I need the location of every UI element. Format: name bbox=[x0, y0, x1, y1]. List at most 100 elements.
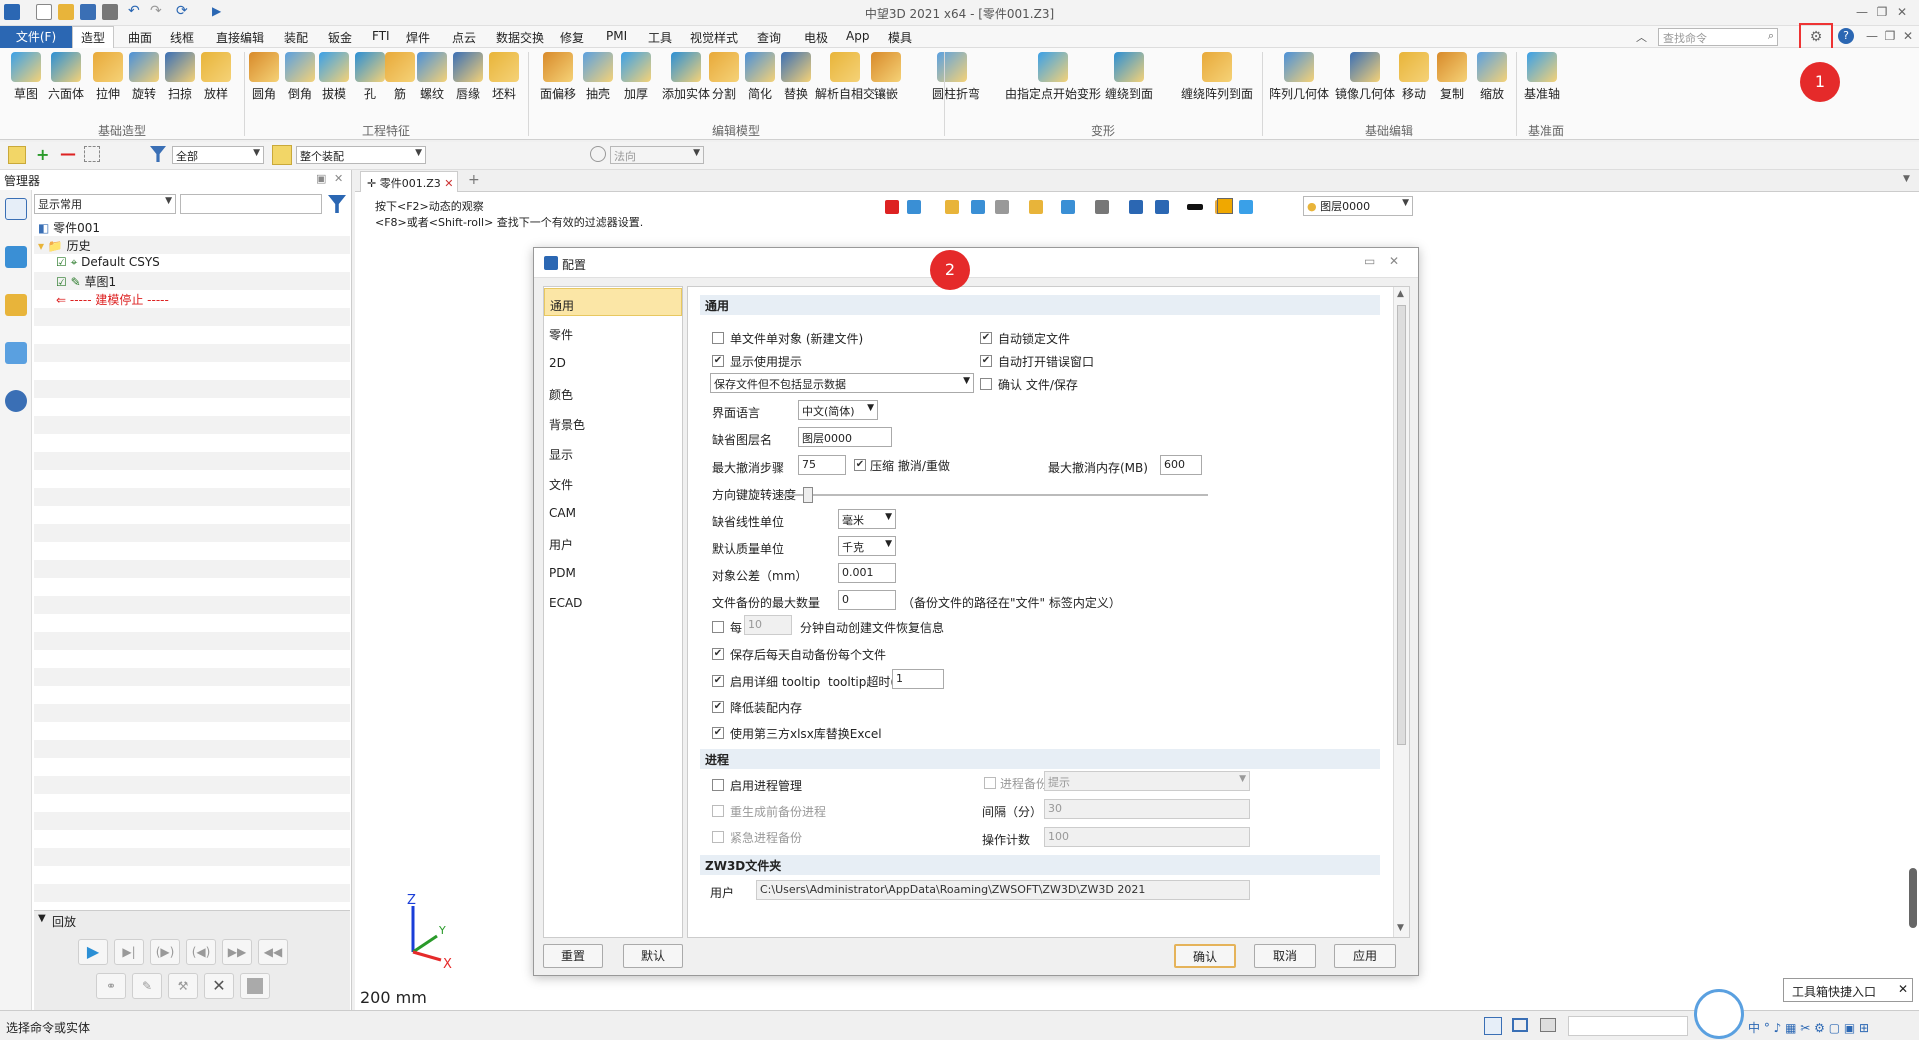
manager-search-input[interactable] bbox=[180, 194, 322, 214]
view-tool-icon-5[interactable] bbox=[1029, 200, 1043, 214]
mass-unit-select[interactable]: 千克 ▼ bbox=[838, 536, 896, 556]
tooltip-timeout-input[interactable]: 1 bbox=[892, 669, 944, 689]
help-icon[interactable]: ? bbox=[1838, 28, 1854, 44]
category-item-7[interactable]: CAM bbox=[544, 498, 682, 526]
category-item-6[interactable]: 文件 bbox=[544, 468, 682, 496]
scroll-down-icon[interactable]: ▼ bbox=[1397, 923, 1404, 933]
add-icon[interactable]: + bbox=[36, 145, 49, 164]
category-item-8[interactable]: 用户 bbox=[544, 528, 682, 556]
category-item-9[interactable]: PDM bbox=[544, 558, 682, 586]
tool-19[interactable]: 简化 bbox=[740, 52, 780, 102]
filter-all-select[interactable]: 全部 ▼ bbox=[172, 146, 264, 164]
backup-count-input[interactable]: 0 bbox=[838, 590, 896, 610]
tool-14[interactable]: 面偏移 bbox=[538, 52, 578, 102]
detail-tooltip-checkbox[interactable] bbox=[712, 675, 724, 687]
settings-gear-button[interactable]: ⚙ bbox=[1799, 23, 1833, 51]
scroll-thumb[interactable] bbox=[1397, 305, 1406, 745]
close-panel-icon[interactable]: ✕ bbox=[334, 172, 343, 185]
dialog-help-icon[interactable]: ▭ bbox=[1364, 254, 1375, 268]
step-button[interactable]: (▶) bbox=[150, 939, 180, 965]
category-item-0[interactable]: 通用 bbox=[544, 288, 682, 316]
doc-restore-button[interactable]: ❐ bbox=[1880, 28, 1900, 44]
tab-3[interactable]: 直接编辑 bbox=[216, 29, 264, 46]
view-tool-icon-12[interactable] bbox=[1239, 200, 1253, 214]
category-item-4[interactable]: 背景色 bbox=[544, 408, 682, 436]
close-window-button[interactable]: ✕ bbox=[1892, 4, 1912, 20]
view-tool-icon-9[interactable] bbox=[1155, 200, 1169, 214]
image-icon[interactable] bbox=[5, 342, 27, 364]
confirm-save-checkbox[interactable] bbox=[980, 378, 992, 390]
tab-2[interactable]: 线框 bbox=[170, 29, 194, 46]
daily-backup-checkbox[interactable] bbox=[712, 648, 724, 660]
process-backup-select[interactable]: 提示 ▼ bbox=[1044, 771, 1250, 791]
assembly-scope-select[interactable]: 整个装配 ▼ bbox=[296, 146, 426, 164]
tool-4[interactable]: 扫掠 bbox=[160, 52, 200, 102]
view-tool-icon-2[interactable] bbox=[945, 200, 959, 214]
apply-button[interactable]: 应用 bbox=[1334, 944, 1396, 968]
show-tips-checkbox[interactable] bbox=[712, 355, 724, 367]
view-tool-icon-4[interactable] bbox=[995, 200, 1009, 214]
doc-minimize-button[interactable]: — bbox=[1862, 28, 1882, 44]
edit-pencil-icon[interactable]: ✎ bbox=[132, 973, 162, 999]
auto-error-checkbox[interactable] bbox=[980, 355, 992, 367]
new-tab-icon[interactable]: + bbox=[468, 172, 480, 188]
history-tree-icon[interactable] bbox=[5, 198, 27, 220]
collapse-ribbon-icon[interactable]: ︿ bbox=[1636, 29, 1647, 45]
auto-recover-checkbox[interactable] bbox=[712, 621, 724, 633]
status-view-icon[interactable] bbox=[1484, 1017, 1502, 1035]
view-tool-icon-0[interactable] bbox=[885, 200, 899, 214]
emergency-backup-checkbox[interactable] bbox=[712, 831, 724, 843]
tab-5[interactable]: 钣金 bbox=[328, 29, 352, 46]
viewport-scrollbar[interactable] bbox=[1909, 868, 1917, 928]
interval-input[interactable]: 30 bbox=[1044, 799, 1250, 819]
minimize-button[interactable]: — bbox=[1852, 4, 1872, 20]
tab-17[interactable]: 模具 bbox=[888, 29, 912, 46]
tool-3[interactable]: 旋转 bbox=[124, 52, 164, 102]
tool-0[interactable]: 草图 bbox=[6, 52, 46, 102]
view-tool-icon-8[interactable] bbox=[1129, 200, 1143, 214]
select-pointer-icon[interactable] bbox=[8, 146, 26, 164]
fast-forward-button[interactable]: ▶▶ bbox=[222, 939, 252, 965]
view-tool-icon-1[interactable] bbox=[907, 200, 921, 214]
undo-steps-input[interactable]: 75 bbox=[798, 455, 846, 475]
tool-12[interactable]: 唇缘 bbox=[448, 52, 488, 102]
tab-overflow-icon[interactable]: ▼ bbox=[1903, 174, 1910, 184]
part-icon[interactable] bbox=[5, 294, 27, 316]
tool-29[interactable]: 移动 bbox=[1394, 52, 1434, 102]
tree-item-4[interactable]: ⇐ ----- 建模停止 ----- bbox=[56, 291, 169, 308]
default-button[interactable]: 默认 bbox=[623, 944, 683, 968]
tab-4[interactable]: 装配 bbox=[284, 29, 308, 46]
tab-15[interactable]: 电极 bbox=[804, 29, 828, 46]
view-tool-icon-10[interactable] bbox=[1187, 204, 1203, 210]
category-item-10[interactable]: ECAD bbox=[544, 588, 682, 616]
tab-13[interactable]: 视觉样式 bbox=[690, 29, 738, 46]
tool-24[interactable]: 由指定点开始变形 bbox=[1002, 52, 1104, 102]
tool-28[interactable]: 镜像几何体 bbox=[1328, 52, 1402, 102]
reset-button[interactable]: 重置 bbox=[543, 944, 603, 968]
direction-icon[interactable] bbox=[590, 146, 606, 162]
tab-12[interactable]: 工具 bbox=[648, 29, 672, 46]
tab-0[interactable]: 造型 bbox=[72, 26, 115, 48]
doc-close-button[interactable]: ✕ bbox=[1898, 28, 1918, 44]
user-icon[interactable] bbox=[5, 390, 27, 412]
view-tool-icon-3[interactable] bbox=[971, 200, 985, 214]
doc-tab[interactable]: ✛ 零件001.Z3 ✕ bbox=[360, 171, 458, 192]
category-item-1[interactable]: 零件 bbox=[544, 318, 682, 346]
stop-icon[interactable] bbox=[240, 973, 270, 999]
regen-backup-checkbox[interactable] bbox=[712, 805, 724, 817]
run-tool-icon[interactable]: ⚒ bbox=[168, 973, 198, 999]
tool-18[interactable]: 分割 bbox=[704, 52, 744, 102]
tool-2[interactable]: 拉伸 bbox=[88, 52, 128, 102]
cancel-button[interactable]: 取消 bbox=[1254, 944, 1316, 968]
category-item-5[interactable]: 显示 bbox=[544, 438, 682, 466]
tool-16[interactable]: 加厚 bbox=[616, 52, 656, 102]
tool-25[interactable]: 缠绕到面 bbox=[1098, 52, 1160, 102]
tool-6[interactable]: 圆角 bbox=[244, 52, 284, 102]
tool-27[interactable]: 阵列几何体 bbox=[1262, 52, 1336, 102]
pin-icon[interactable]: ▣ bbox=[316, 172, 326, 185]
tooltip-close-icon[interactable]: ✕ bbox=[1898, 982, 1908, 996]
tab-8[interactable]: 点云 bbox=[452, 29, 476, 46]
tool-23[interactable]: 圆柱折弯 bbox=[932, 52, 980, 102]
remove-icon[interactable]: — bbox=[60, 144, 76, 163]
ok-button[interactable]: 确认 bbox=[1174, 944, 1236, 968]
